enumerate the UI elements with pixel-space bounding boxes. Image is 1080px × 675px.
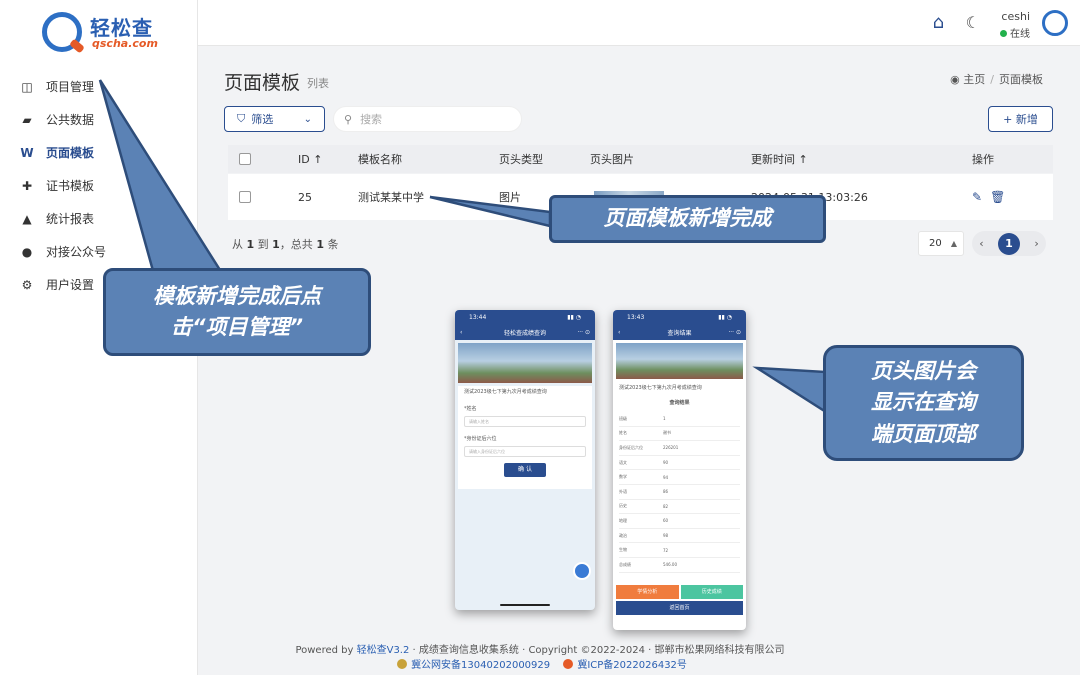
callout-pointer-1 [429,195,552,228]
callout-click-project: 模板新增完成后点 击“项目管理” [103,268,371,356]
callout-pointer-2 [98,79,228,280]
icp-record-link[interactable]: 冀ICP备2022026432号 [577,660,687,671]
callout-pointer-3 [752,366,828,415]
footer: Powered by 轻松查V3.2 · 成绩查询信息收集系统 · Copyri… [295,645,785,656]
police-record-link[interactable]: 冀公网安备13040202000929 [411,660,550,671]
police-badge-icon [397,659,408,669]
callout-header-image: 页头图片会 显示在查询 端页面顶部 [823,345,1024,461]
icp-badge-icon [563,659,574,669]
callout-template-added: 页面模板新增完成 [549,195,826,243]
footer-brand-link[interactable]: 轻松查V3.2 [357,645,410,656]
footer-records: 冀公网安备13040202000929 冀ICP备2022026432号 [0,656,1080,671]
